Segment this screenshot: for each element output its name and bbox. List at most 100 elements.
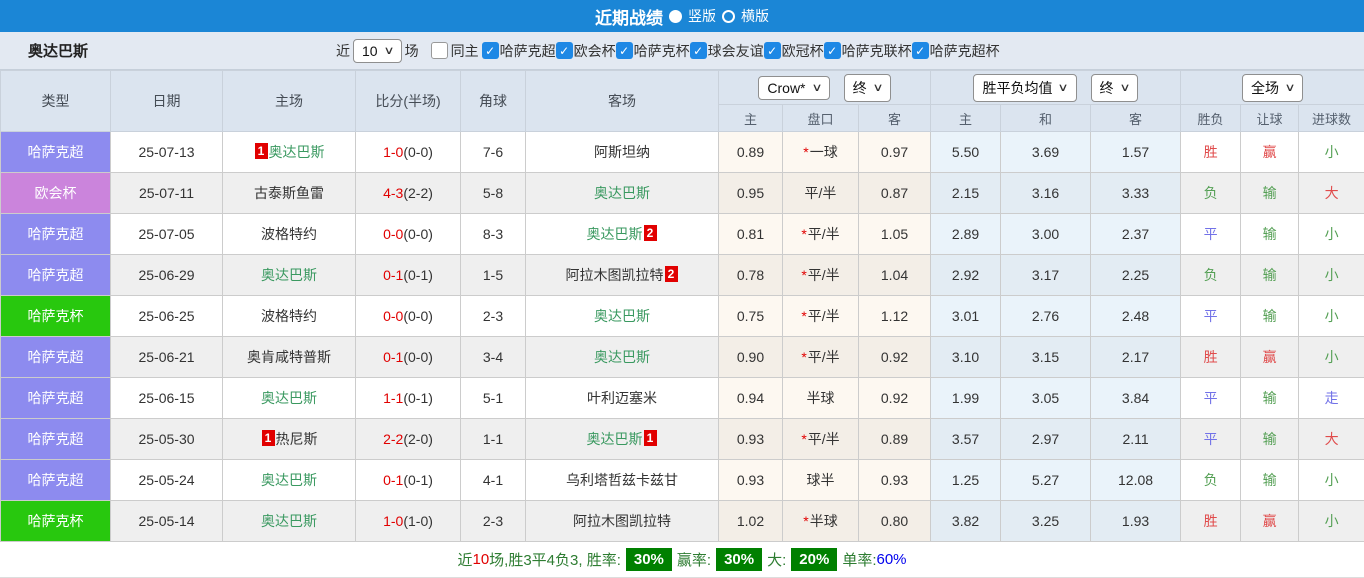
home-team[interactable]: 奥达巴斯 <box>223 255 356 296</box>
horizontal-layout-label[interactable]: 横版 <box>741 6 769 26</box>
chevron-down-icon: ∨ <box>1058 81 1069 94</box>
handicap: *平/半 <box>783 419 859 460</box>
team-name-text: 阿斯坦纳 <box>594 144 650 160</box>
odds-away: 0.87 <box>859 173 931 214</box>
league-type-badge[interactable]: 哈萨克超 <box>1 255 111 296</box>
same-home-checkbox[interactable] <box>431 42 448 59</box>
league-checkbox[interactable]: ✓ <box>482 42 499 59</box>
team-name-text: 古泰斯鱼雷 <box>254 185 324 201</box>
header-away: 客场 <box>526 71 719 132</box>
avg-home: 1.25 <box>931 460 1001 501</box>
league-checkbox[interactable]: ✓ <box>690 42 707 59</box>
home-team[interactable]: 1奥达巴斯 <box>223 132 356 173</box>
matches-label: 场 <box>405 41 419 61</box>
away-team[interactable]: 阿拉木图凯拉特 <box>526 501 719 542</box>
home-team[interactable]: 奥达巴斯 <box>223 501 356 542</box>
away-team[interactable]: 奥达巴斯 <box>526 296 719 337</box>
league-type-badge[interactable]: 哈萨克超 <box>1 337 111 378</box>
avg-type-select[interactable]: 胜平负均值 ∨ <box>973 74 1076 102</box>
away-team[interactable]: 奥达巴斯2 <box>526 214 719 255</box>
league-checkbox[interactable]: ✓ <box>616 42 633 59</box>
league-type-badge[interactable]: 哈萨克超 <box>1 132 111 173</box>
away-team[interactable]: 阿斯坦纳 <box>526 132 719 173</box>
horizontal-layout-radio[interactable] <box>722 10 735 23</box>
footer-big-label: 大: <box>767 549 786 570</box>
avg-draw: 3.17 <box>1001 255 1091 296</box>
league-checkbox[interactable]: ✓ <box>912 42 929 59</box>
match-date: 25-05-30 <box>111 419 223 460</box>
league-checkbox[interactable]: ✓ <box>764 42 781 59</box>
away-team[interactable]: 阿拉木图凯拉特2 <box>526 255 719 296</box>
scope-select[interactable]: 全场 ∨ <box>1242 74 1303 102</box>
home-team[interactable]: 波格特约 <box>223 214 356 255</box>
team-name-text: 奥达巴斯 <box>594 185 650 201</box>
league-filter-item: ✓哈萨克联杯 <box>824 41 912 61</box>
match-date: 25-06-29 <box>111 255 223 296</box>
league-type-badge[interactable]: 哈萨克超 <box>1 214 111 255</box>
handicap: *平/半 <box>783 255 859 296</box>
match-date: 25-07-11 <box>111 173 223 214</box>
odds-away: 0.80 <box>859 501 931 542</box>
vertical-layout-radio[interactable] <box>669 10 682 23</box>
league-filter-item: ✓欧会杯 <box>556 41 616 61</box>
league-filter-label: 欧会杯 <box>574 41 616 61</box>
match-count-select[interactable]: 10 ∨ <box>353 39 402 63</box>
home-team[interactable]: 奥肯咸特普斯 <box>223 337 356 378</box>
away-team[interactable]: 奥达巴斯1 <box>526 419 719 460</box>
near-label: 近 <box>336 41 350 61</box>
league-checkbox[interactable]: ✓ <box>556 42 573 59</box>
match-date: 25-06-25 <box>111 296 223 337</box>
avg-away: 2.37 <box>1091 214 1181 255</box>
away-team[interactable]: 奥达巴斯 <box>526 337 719 378</box>
league-type-badge[interactable]: 哈萨克超 <box>1 460 111 501</box>
handicap-result: 输 <box>1241 255 1299 296</box>
league-type-badge[interactable]: 哈萨克超 <box>1 419 111 460</box>
score: 1-1(0-1) <box>356 378 461 419</box>
handicap-result: 输 <box>1241 378 1299 419</box>
goals-result: 小 <box>1299 132 1364 173</box>
odds-time-select-1[interactable]: 终 ∨ <box>844 74 891 102</box>
odds-away: 1.05 <box>859 214 931 255</box>
header-odds-group: Crow* ∨ 终 ∨ <box>719 71 931 105</box>
corner-score: 5-1 <box>461 378 526 419</box>
team-name-text: 乌利塔哲兹卡兹甘 <box>566 472 678 488</box>
away-team[interactable]: 叶利迈塞米 <box>526 378 719 419</box>
match-date: 25-06-15 <box>111 378 223 419</box>
handicap: *平/半 <box>783 337 859 378</box>
league-type-badge[interactable]: 欧会杯 <box>1 173 111 214</box>
header-score: 比分(半场) <box>356 71 461 132</box>
page-title: 近期战绩 <box>595 4 663 29</box>
home-team[interactable]: 奥达巴斯 <box>223 460 356 501</box>
away-team[interactable]: 乌利塔哲兹卡兹甘 <box>526 460 719 501</box>
league-checkbox[interactable]: ✓ <box>824 42 841 59</box>
red-card-badge: 2 <box>644 225 657 241</box>
score: 0-0(0-0) <box>356 296 461 337</box>
match-row: 哈萨克超25-07-131奥达巴斯1-0(0-0)7-6阿斯坦纳0.89*一球0… <box>1 132 1364 173</box>
league-type-badge[interactable]: 哈萨克超 <box>1 378 111 419</box>
team-name: 奥达巴斯 <box>28 40 118 61</box>
header-corner: 角球 <box>461 71 526 132</box>
home-team[interactable]: 波格特约 <box>223 296 356 337</box>
avg-away: 1.93 <box>1091 501 1181 542</box>
red-card-badge: 1 <box>644 430 657 446</box>
home-team[interactable]: 古泰斯鱼雷 <box>223 173 356 214</box>
subheader-handicap: 盘口 <box>783 105 859 132</box>
handicap: *一球 <box>783 132 859 173</box>
odds-home: 0.78 <box>719 255 783 296</box>
odds-source-select[interactable]: Crow* ∨ <box>758 76 829 100</box>
header-result-group: 全场 ∨ <box>1181 71 1364 105</box>
away-team[interactable]: 奥达巴斯 <box>526 173 719 214</box>
home-team[interactable]: 1热尼斯 <box>223 419 356 460</box>
team-name-text: 叶利迈塞米 <box>587 390 657 406</box>
league-type-badge[interactable]: 哈萨克杯 <box>1 501 111 542</box>
corner-score: 1-1 <box>461 419 526 460</box>
odds-time-select-2[interactable]: 终 ∨ <box>1091 74 1138 102</box>
team-name-text: 奥达巴斯 <box>587 431 643 447</box>
league-type-badge[interactable]: 哈萨克杯 <box>1 296 111 337</box>
handicap: *平/半 <box>783 296 859 337</box>
avg-draw: 3.16 <box>1001 173 1091 214</box>
outcome: 平 <box>1181 296 1241 337</box>
home-team[interactable]: 奥达巴斯 <box>223 378 356 419</box>
chevron-down-icon: ∨ <box>1119 81 1130 94</box>
vertical-layout-label[interactable]: 竖版 <box>688 6 716 26</box>
